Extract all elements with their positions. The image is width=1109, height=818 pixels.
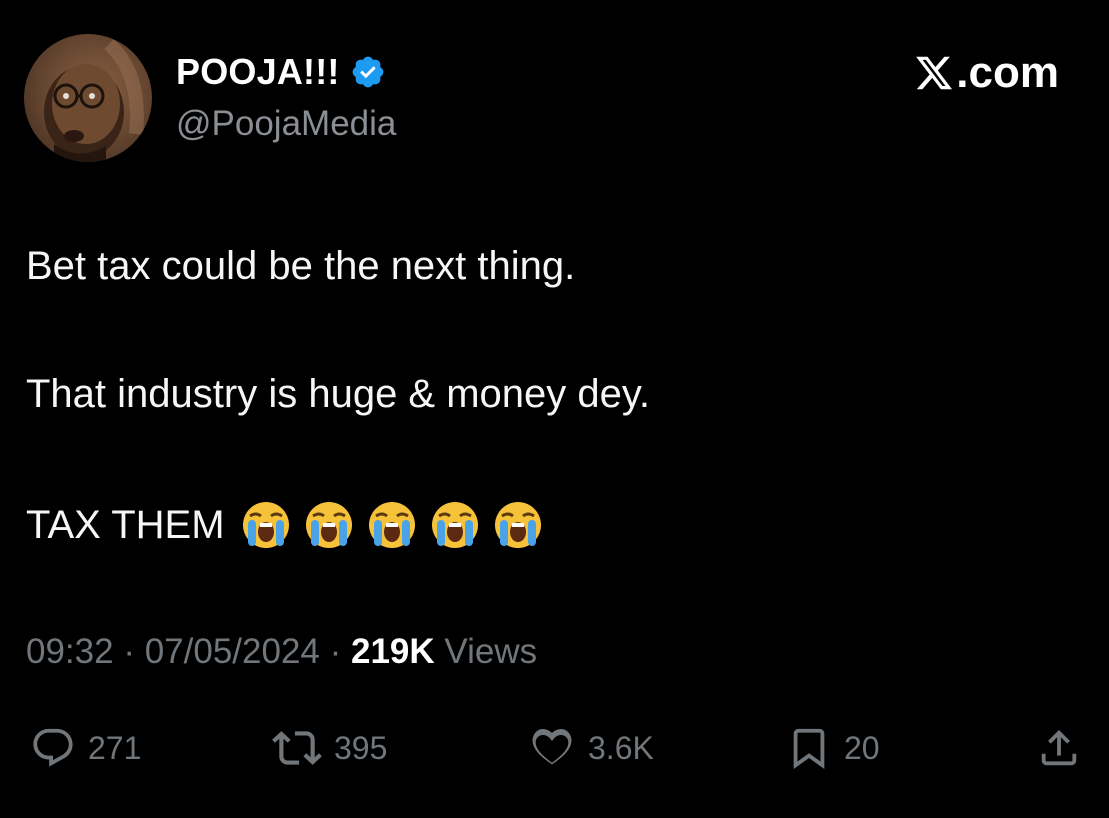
like-count: 3.6K: [588, 729, 654, 766]
tweet-text-line-3: TAX THEM: [26, 500, 556, 550]
bookmark-button[interactable]: 20: [786, 722, 880, 774]
bookmark-icon: [786, 725, 832, 771]
display-name-row: POOJA!!!: [176, 50, 386, 94]
tweet-time[interactable]: 09:32: [26, 632, 114, 671]
tweet-text-line-3-label: TAX THEM: [26, 502, 225, 547]
avatar[interactable]: [24, 34, 152, 162]
loudly-crying-face-icon: [367, 500, 417, 550]
emoji-row: [241, 500, 556, 550]
tweet-date[interactable]: 07/05/2024: [145, 632, 320, 671]
views-label: Views: [434, 632, 538, 671]
loudly-crying-face-icon: [493, 500, 543, 550]
reply-count: 271: [88, 729, 142, 766]
share-button[interactable]: [1036, 722, 1082, 774]
meta-separator: ·: [319, 632, 351, 671]
action-bar: 271 395 3.6K 20: [0, 722, 1109, 778]
tweet-card: POOJA!!! @PoojaMedia .com Bet tax could …: [0, 0, 1109, 818]
reply-button[interactable]: 271: [30, 722, 141, 774]
loudly-crying-face-icon: [241, 500, 291, 550]
tweet-text-line-1: Bet tax could be the next thing.: [26, 244, 576, 288]
verified-badge-icon: [350, 54, 386, 90]
user-handle[interactable]: @PoojaMedia: [176, 104, 396, 144]
tweet-text-line-2: That industry is huge & money dey.: [26, 372, 651, 416]
repost-button[interactable]: 395: [272, 722, 387, 774]
x-logo-icon: [914, 53, 954, 93]
site-label: .com: [956, 48, 1059, 97]
bookmark-count: 20: [844, 729, 880, 766]
reply-icon: [30, 725, 76, 771]
meta-separator: ·: [113, 632, 145, 671]
heart-icon: [528, 724, 576, 772]
loudly-crying-face-icon: [304, 500, 354, 550]
share-icon: [1036, 725, 1082, 771]
like-button[interactable]: 3.6K: [528, 722, 654, 774]
display-name[interactable]: POOJA!!!: [176, 51, 340, 93]
repost-icon: [272, 723, 322, 773]
views-count[interactable]: 219K: [351, 632, 435, 671]
repost-count: 395: [334, 729, 388, 766]
loudly-crying-face-icon: [430, 500, 480, 550]
site-mark: .com: [914, 48, 1059, 98]
tweet-meta: 09:32 · 07/05/2024 · 219K Views: [26, 632, 537, 672]
